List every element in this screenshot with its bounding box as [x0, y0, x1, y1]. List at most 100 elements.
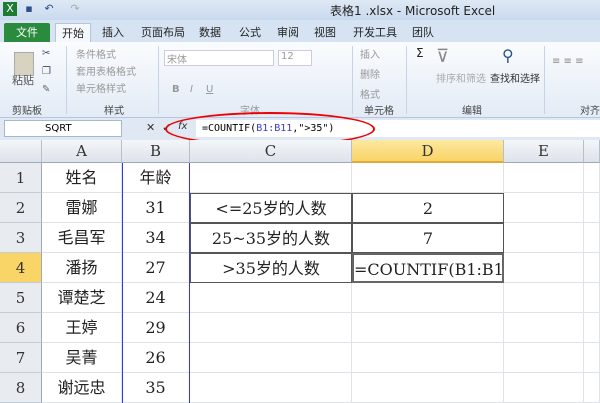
- cell-a2[interactable]: 雷娜: [42, 193, 122, 223]
- row-header-2[interactable]: 2: [0, 193, 42, 223]
- tab-insert[interactable]: 插入: [98, 23, 128, 42]
- format-cells-button[interactable]: 格式: [360, 86, 380, 101]
- alignment-group-label: 对齐: [580, 106, 600, 117]
- cell-e3[interactable]: [504, 223, 584, 253]
- spreadsheet-grid[interactable]: A B C D E 1 姓名 年龄 2 雷娜 31 <=25岁的人数 2 3 毛昌军 34 25~35…: [0, 140, 600, 403]
- cell-c3[interactable]: 25~35岁的人数: [190, 223, 352, 253]
- excel-logo-icon: X: [3, 2, 17, 16]
- cell-e8[interactable]: [504, 373, 584, 403]
- tab-developer[interactable]: 开发工具: [350, 23, 400, 42]
- row-header-1[interactable]: 1: [0, 163, 42, 193]
- cell-d2[interactable]: 2: [352, 193, 504, 223]
- cut-icon[interactable]: ✂: [42, 48, 50, 59]
- cell-styles-button[interactable]: 单元格样式: [76, 80, 126, 95]
- underline-button[interactable]: U: [206, 84, 213, 95]
- clipboard-group-label: 剪贴板: [12, 106, 42, 117]
- cell-f4[interactable]: [584, 253, 600, 283]
- tab-home[interactable]: 开始: [55, 23, 91, 42]
- cell-a5[interactable]: 谭楚芝: [42, 283, 122, 313]
- cell-a1[interactable]: 姓名: [42, 163, 122, 193]
- tab-data[interactable]: 数据: [195, 23, 225, 42]
- cell-c7[interactable]: [190, 343, 352, 373]
- italic-button[interactable]: I: [190, 84, 193, 95]
- cell-f2[interactable]: [584, 193, 600, 223]
- save-icon[interactable]: ▪: [22, 2, 36, 16]
- cell-c2[interactable]: <=25岁的人数: [190, 193, 352, 223]
- row-header-8[interactable]: 8: [0, 373, 42, 403]
- column-header-d[interactable]: D: [352, 140, 504, 163]
- tab-review[interactable]: 审阅: [273, 23, 303, 42]
- font-name-select[interactable]: 宋体: [164, 50, 274, 66]
- window-title: 表格1 .xlsx - Microsoft Excel: [330, 4, 496, 18]
- cell-e1[interactable]: [504, 163, 584, 193]
- align-icons[interactable]: ≡ ≡ ≡: [552, 56, 584, 67]
- cell-d5[interactable]: [352, 283, 504, 313]
- cell-a3[interactable]: 毛昌军: [42, 223, 122, 253]
- cell-d3[interactable]: 7: [352, 223, 504, 253]
- cell-d8[interactable]: [352, 373, 504, 403]
- cell-f6[interactable]: [584, 313, 600, 343]
- tab-page-layout[interactable]: 页面布局: [138, 23, 188, 42]
- cell-d6[interactable]: [352, 313, 504, 343]
- format-painter-icon[interactable]: ✎: [42, 84, 50, 95]
- column-header-a[interactable]: A: [42, 140, 122, 163]
- cells-group-label: 单元格: [364, 106, 394, 117]
- cell-f1[interactable]: [584, 163, 600, 193]
- title-bar: X ▪ ↶ ↷ 表格1 .xlsx - Microsoft Excel: [0, 0, 600, 20]
- cell-c1[interactable]: [190, 163, 352, 193]
- cell-c6[interactable]: [190, 313, 352, 343]
- cell-d1[interactable]: [352, 163, 504, 193]
- cell-f3[interactable]: [584, 223, 600, 253]
- select-all-corner[interactable]: [0, 140, 42, 163]
- insert-cells-button[interactable]: 插入: [360, 46, 380, 61]
- bold-button[interactable]: B: [172, 84, 180, 95]
- cell-a8[interactable]: 谢远忠: [42, 373, 122, 403]
- cell-f8[interactable]: [584, 373, 600, 403]
- name-box[interactable]: SQRT: [4, 120, 122, 137]
- cell-d4[interactable]: =COUNTIF(B1:B1: [352, 253, 504, 283]
- tab-view[interactable]: 视图: [310, 23, 340, 42]
- ribbon: 粘贴 ✂ ❐ ✎ 剪贴板 条件格式 套用表格格式 单元格样式 样式 宋体 12 …: [0, 42, 600, 118]
- cancel-icon[interactable]: ✕: [146, 121, 155, 134]
- cell-e5[interactable]: [504, 283, 584, 313]
- paste-button[interactable]: 粘贴: [12, 72, 34, 88]
- cell-a6[interactable]: 王婷: [42, 313, 122, 343]
- range-highlight-b1-b11: [122, 163, 190, 403]
- copy-icon[interactable]: ❐: [42, 66, 51, 77]
- font-size-select[interactable]: 12: [278, 50, 312, 66]
- format-table-button[interactable]: 套用表格格式: [76, 63, 136, 78]
- column-header-b[interactable]: B: [122, 140, 190, 163]
- column-header-e[interactable]: E: [504, 140, 584, 163]
- tab-file[interactable]: 文件: [4, 23, 50, 42]
- row-header-4[interactable]: 4: [0, 253, 42, 283]
- undo-icon[interactable]: ↶: [42, 2, 56, 16]
- cell-c8[interactable]: [190, 373, 352, 403]
- cell-a4[interactable]: 潘扬: [42, 253, 122, 283]
- find-select-button[interactable]: 查找和选择: [490, 70, 540, 85]
- cell-d7[interactable]: [352, 343, 504, 373]
- cell-e6[interactable]: [504, 313, 584, 343]
- sort-filter-button[interactable]: 排序和筛选: [436, 70, 486, 85]
- redo-icon[interactable]: ↷: [68, 2, 82, 16]
- cell-c4[interactable]: >35岁的人数: [190, 253, 352, 283]
- cell-e2[interactable]: [504, 193, 584, 223]
- cell-c5[interactable]: [190, 283, 352, 313]
- row-header-6[interactable]: 6: [0, 313, 42, 343]
- cell-f7[interactable]: [584, 343, 600, 373]
- sort-filter-icon[interactable]: ⊽: [436, 46, 462, 68]
- cell-f5[interactable]: [584, 283, 600, 313]
- tab-formulas[interactable]: 公式: [235, 23, 265, 42]
- row-header-5[interactable]: 5: [0, 283, 42, 313]
- autosum-button[interactable]: Σ: [416, 46, 424, 60]
- delete-cells-button[interactable]: 删除: [360, 66, 380, 81]
- row-header-3[interactable]: 3: [0, 223, 42, 253]
- tab-team[interactable]: 团队: [408, 23, 438, 42]
- column-header-c[interactable]: C: [190, 140, 352, 163]
- cell-e7[interactable]: [504, 343, 584, 373]
- find-select-icon[interactable]: ⚲: [502, 46, 514, 65]
- cell-e4[interactable]: [504, 253, 584, 283]
- conditional-format-button[interactable]: 条件格式: [76, 46, 116, 61]
- row-header-7[interactable]: 7: [0, 343, 42, 373]
- cell-a7[interactable]: 吴菁: [42, 343, 122, 373]
- column-header-f[interactable]: [584, 140, 600, 163]
